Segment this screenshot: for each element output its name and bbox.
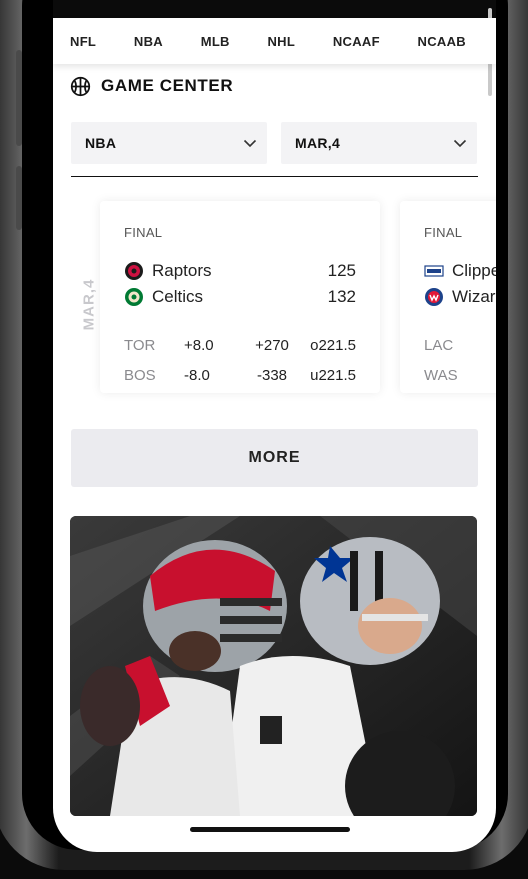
filter-selectors: NBA MAR,4 bbox=[53, 122, 496, 164]
nav-item-ncaaf[interactable]: NCAAF bbox=[333, 34, 380, 49]
game-status: FINAL bbox=[124, 225, 163, 240]
wizards-logo-icon bbox=[425, 288, 443, 306]
basketball-icon bbox=[70, 76, 91, 96]
date-label-vertical: MAR,4 bbox=[80, 278, 98, 331]
date-select[interactable]: MAR,4 bbox=[281, 122, 477, 164]
odds-row-home: BOS -8.0 -338 u221.5 bbox=[124, 360, 356, 390]
team-abbr: TOR bbox=[124, 336, 156, 354]
team-name: Wizards bbox=[452, 287, 496, 306]
team-row-home: Wizards bbox=[424, 284, 496, 310]
volume-down-button bbox=[16, 166, 22, 230]
more-button[interactable]: MORE bbox=[71, 429, 478, 487]
volume-up-button bbox=[16, 82, 22, 146]
nav-item-nfl[interactable]: NFL bbox=[70, 34, 96, 49]
nav-item-nba[interactable]: NBA bbox=[134, 34, 163, 49]
team-score: 132 bbox=[327, 287, 356, 306]
nav-item-ncaab[interactable]: NCAAB bbox=[418, 34, 466, 49]
moneyline: +270 bbox=[255, 336, 289, 354]
chevron-down-icon bbox=[243, 139, 257, 148]
total: o221.5 bbox=[310, 336, 356, 354]
odds-row-away: LAC bbox=[424, 330, 496, 360]
divider bbox=[71, 176, 478, 177]
team-row-away: Clippers bbox=[424, 258, 496, 284]
app-screen: NFL NBA MLB NHL NCAAF NCAAB GAME CENTER … bbox=[53, 0, 496, 852]
total: u221.5 bbox=[310, 366, 356, 384]
team-abbr: WAS bbox=[424, 366, 458, 384]
league-select-value: NBA bbox=[85, 135, 117, 151]
league-nav: NFL NBA MLB NHL NCAAF NCAAB bbox=[53, 18, 496, 64]
date-select-value: MAR,4 bbox=[295, 135, 341, 151]
spread: +8.0 bbox=[184, 336, 214, 354]
nav-item-nhl[interactable]: NHL bbox=[267, 34, 295, 49]
scores-carousel[interactable]: MAR,4 FINAL Raptors 125 Celtics 132 TOR … bbox=[53, 201, 496, 415]
team-abbr: LAC bbox=[424, 336, 454, 354]
celtics-logo-icon bbox=[125, 288, 143, 306]
moneyline: -338 bbox=[256, 366, 288, 384]
team-name: Clippers bbox=[452, 261, 496, 280]
hero-image[interactable] bbox=[70, 516, 477, 816]
team-name: Celtics bbox=[152, 287, 204, 306]
football-players-image bbox=[70, 516, 477, 816]
team-row-away: Raptors 125 bbox=[124, 258, 356, 284]
game-center-header: GAME CENTER bbox=[53, 76, 496, 96]
team-abbr: BOS bbox=[124, 366, 156, 384]
team-name: Raptors bbox=[152, 261, 212, 280]
raptors-logo-icon bbox=[125, 262, 143, 280]
odds-row-home: WAS bbox=[424, 360, 496, 390]
league-select[interactable]: NBA bbox=[71, 122, 267, 164]
team-score: 125 bbox=[327, 261, 356, 280]
team-row-home: Celtics 132 bbox=[124, 284, 356, 310]
game-center-title: GAME CENTER bbox=[101, 76, 234, 95]
home-indicator[interactable] bbox=[190, 827, 350, 832]
chevron-down-icon bbox=[453, 139, 467, 148]
game-card[interactable]: FINAL Raptors 125 Celtics 132 TOR +8.0 +… bbox=[100, 201, 380, 393]
game-card[interactable]: FINAL Clippers Wizards bbox=[400, 201, 496, 393]
spread: -8.0 bbox=[184, 366, 210, 384]
nav-item-mlb[interactable]: MLB bbox=[201, 34, 230, 49]
clippers-logo-icon bbox=[424, 265, 444, 277]
status-bar bbox=[53, 0, 496, 18]
game-status: FINAL bbox=[424, 225, 463, 240]
odds-row-away: TOR +8.0 +270 o221.5 bbox=[124, 330, 356, 360]
